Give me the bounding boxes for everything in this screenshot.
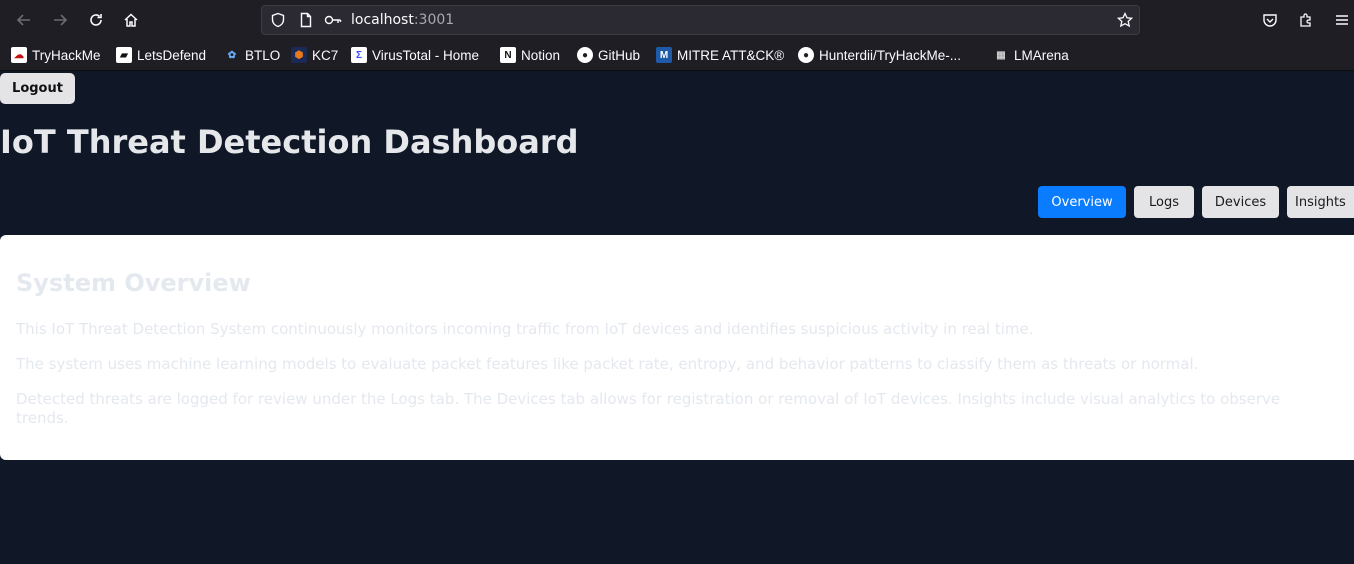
forward-icon[interactable] (48, 8, 72, 32)
back-icon[interactable] (12, 8, 36, 32)
section-heading: System Overview (16, 269, 251, 297)
bookmark-notion[interactable]: N Notion (500, 45, 560, 65)
tab-insights[interactable]: Insights (1287, 186, 1354, 218)
reload-icon[interactable] (84, 8, 108, 32)
github-icon: ● (577, 47, 593, 63)
pocket-icon[interactable] (1258, 8, 1282, 32)
letsdefend-icon: ▰ (116, 47, 132, 63)
address-bar[interactable]: localhost:3001 (261, 5, 1140, 35)
extensions-icon[interactable] (1294, 8, 1318, 32)
shield-icon[interactable] (270, 12, 286, 32)
bookmark-kc7[interactable]: ⬢ KC7 (291, 45, 338, 65)
bookmark-star-icon[interactable] (1116, 11, 1134, 32)
bookmarks-bar: ☁ TryHackMe ▰ LetsDefend ✿ BTLO ⬢ KC7 Σ … (0, 40, 1354, 71)
menu-icon[interactable] (1330, 8, 1354, 32)
url-text[interactable]: localhost:3001 (351, 12, 454, 28)
btlo-icon: ✿ (227, 49, 237, 61)
browser-toolbar: localhost:3001 (0, 0, 1354, 40)
bookmark-mitre[interactable]: M MITRE ATT&CK® (656, 45, 784, 65)
bookmark-btlo[interactable]: ✿ BTLO (224, 45, 280, 65)
lmarena-icon: ▦ (996, 49, 1006, 61)
key-icon[interactable] (324, 12, 342, 32)
bookmark-virustotal[interactable]: Σ VirusTotal - Home (351, 45, 479, 65)
tab-devices[interactable]: Devices (1202, 186, 1279, 218)
home-icon[interactable] (119, 8, 143, 32)
kc7-icon: ⬢ (291, 47, 307, 63)
overview-card: System Overview This IoT Threat Detectio… (0, 235, 1354, 460)
bookmark-tryhackme[interactable]: ☁ TryHackMe (11, 45, 101, 65)
overview-paragraph-2: The system uses machine learning models … (16, 355, 1199, 373)
tab-logs[interactable]: Logs (1134, 186, 1194, 218)
tryhackme-icon: ☁ (11, 47, 27, 63)
tab-overview[interactable]: Overview (1038, 186, 1126, 218)
github-icon: ● (798, 47, 814, 63)
notion-icon: N (500, 47, 516, 63)
app-page: Logout IoT Threat Detection Dashboard Ov… (0, 71, 1354, 564)
mitre-icon: M (656, 47, 672, 63)
overview-paragraph-3: Detected threats are logged for review u… (16, 390, 1281, 427)
virustotal-icon: Σ (351, 47, 367, 63)
page-title: IoT Threat Detection Dashboard (0, 123, 579, 161)
bookmark-lmarena[interactable]: ▦ LMArena (993, 45, 1069, 65)
page-icon[interactable] (298, 12, 314, 32)
overview-paragraph-1: This IoT Threat Detection System continu… (16, 320, 1034, 338)
bookmark-hunterdii[interactable]: ● Hunterdii/TryHackMe-... (798, 45, 961, 65)
bookmark-github[interactable]: ● GitHub (577, 45, 640, 65)
bookmark-letsdefend[interactable]: ▰ LetsDefend (116, 45, 206, 65)
logout-button[interactable]: Logout (0, 73, 75, 104)
